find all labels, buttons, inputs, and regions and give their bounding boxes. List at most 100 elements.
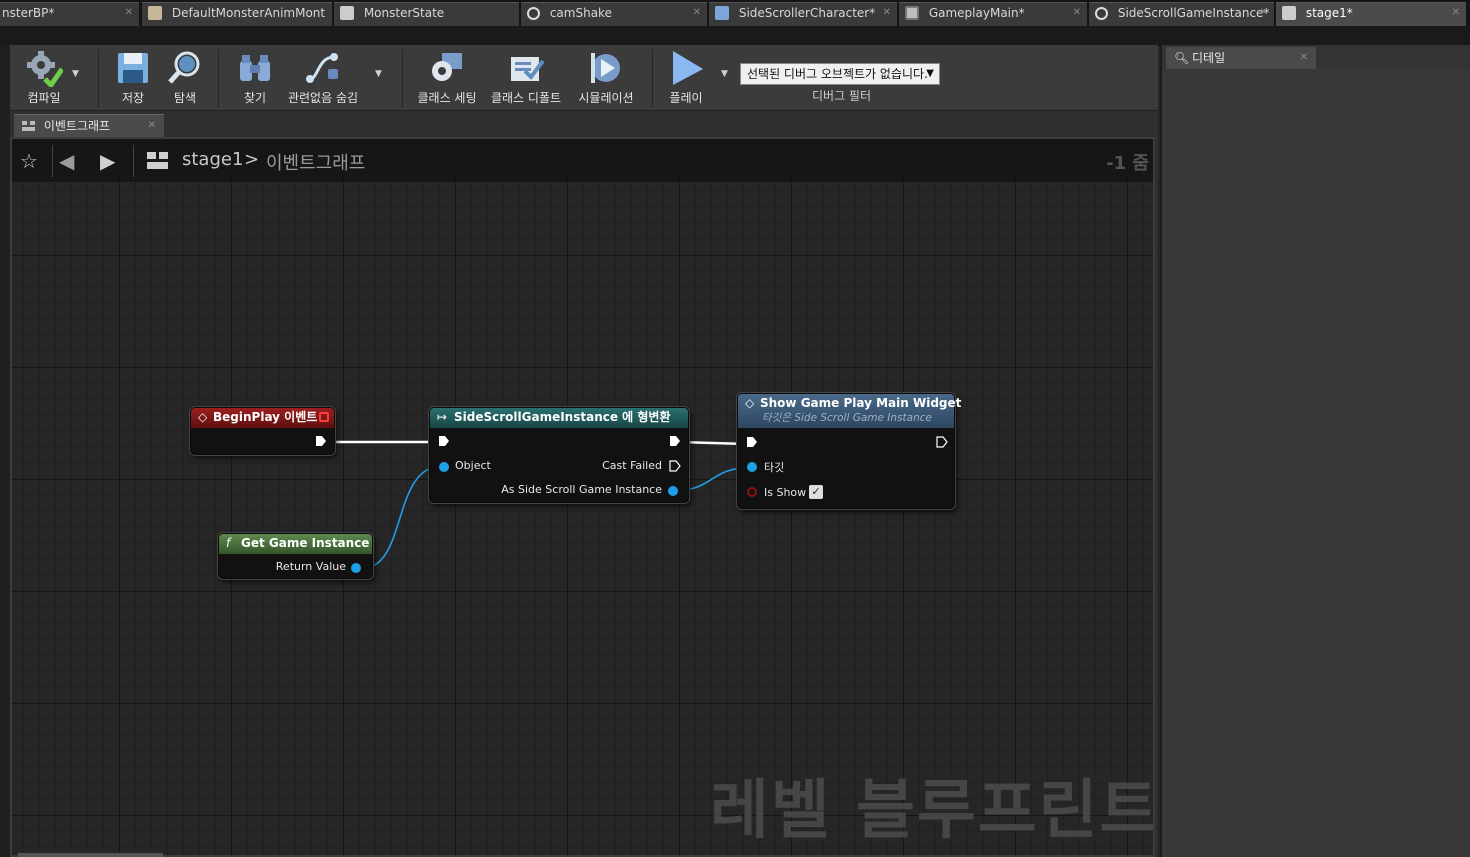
tab-gameplay-main[interactable]: GameplayMain* ✕ [899, 2, 1087, 26]
toolbar-separator [98, 49, 99, 107]
class-settings-button[interactable]: 클래스 세팅 [414, 49, 480, 109]
forward-arrow-icon[interactable]: ▶ [100, 149, 115, 173]
details-magnifier-icon: 🔍︎ [1174, 51, 1190, 65]
tab-label: camShake [549, 6, 612, 20]
close-icon[interactable]: ✕ [125, 3, 133, 23]
blueprint-icon [715, 6, 729, 20]
save-label: 저장 [121, 91, 145, 105]
toolbar-separator [218, 49, 219, 107]
compile-gear-icon [27, 51, 63, 87]
event-graph-canvas[interactable]: ☆ ◀ ▶ stage1 > 이벤트그래프 -1 줌 ◇ BeginPlay 이… [10, 137, 1155, 857]
show-game-play-main-widget-node[interactable]: ◇ Show Game Play Main Widget 타깃은 Side Sc… [737, 393, 961, 509]
left-edge-panel [0, 45, 10, 857]
tab-monster-bp[interactable]: nsterBP* ✕ [0, 2, 139, 26]
toolbar-separator [652, 49, 653, 107]
hide-unrelated-button[interactable]: 관련없음 숨김 [286, 49, 360, 109]
back-arrow-icon[interactable]: ◀ [59, 149, 74, 173]
object-input-pin[interactable] [439, 462, 449, 472]
play-label: 플레이 [669, 91, 703, 105]
begin-play-event-node[interactable]: ◇ BeginPlay 이벤트 [190, 407, 335, 455]
tab-details[interactable]: 🔍︎ 디테일 ✕ [1166, 47, 1316, 69]
tab-label: MonsterState [363, 6, 445, 20]
hide-unrelated-options-arrow-icon[interactable]: ▼ [375, 69, 382, 79]
breadcrumb-level[interactable]: stage1 [182, 149, 243, 170]
debug-filter-label: 디버그 필터 [812, 89, 872, 103]
details-panel: 🔍︎ 디테일 ✕ [1160, 45, 1470, 857]
exec-in-pin[interactable] [746, 436, 758, 448]
close-icon[interactable]: ✕ [693, 3, 701, 23]
tab-label: nsterBP* [2, 6, 55, 20]
hide-unrelated-label: 관련없음 숨김 [287, 91, 359, 105]
magnifier-icon [168, 51, 200, 84]
tab-stage1[interactable]: stage1* ✕ [1276, 2, 1466, 26]
exec-out-pin[interactable] [669, 435, 681, 447]
close-icon[interactable]: ✕ [883, 3, 891, 23]
tab-label: SideScrollerCharacter* [738, 6, 876, 20]
browse-label: 탐색 [173, 91, 197, 105]
horizontal-scrollbar[interactable] [18, 853, 163, 857]
tab-event-graph[interactable]: 이벤트그래프 ✕ [14, 114, 164, 137]
tab-monster-state[interactable]: MonsterState [334, 2, 519, 26]
browse-button[interactable]: 탐색 [162, 49, 208, 109]
cast-to-game-instance-node[interactable]: ↦ SideScrollGameInstance 에 형변환 Object Ca… [429, 407, 689, 503]
event-diamond-icon: ◇ [198, 410, 208, 424]
node-header: f Get Game Instance [219, 534, 372, 554]
chevron-down-icon: ▼ [926, 68, 934, 79]
find-label: 찾기 [243, 91, 267, 105]
cast-failed-exec-pin[interactable] [669, 460, 681, 472]
exec-out-pin[interactable] [936, 436, 948, 448]
circle-icon [527, 7, 540, 20]
star-icon[interactable]: ☆ [20, 149, 38, 173]
tab-cam-shake[interactable]: camShake ✕ [521, 2, 707, 26]
toolbar-separator [402, 49, 403, 107]
close-icon[interactable]: ✕ [1260, 3, 1268, 23]
class-defaults-label: 클래스 디폴트 [490, 91, 562, 105]
close-icon[interactable]: ✕ [1073, 3, 1081, 23]
get-game-instance-node[interactable]: f Get Game Instance Return Value [218, 533, 373, 579]
level-blueprint-watermark: 레벨 블루프린트 [710, 774, 1155, 848]
pin-label-as-instance: As Side Scroll Game Instance [501, 483, 662, 496]
is-show-checkbox[interactable]: ✓ [809, 485, 823, 499]
play-button[interactable]: 플레이 [662, 49, 710, 109]
exec-out-pin[interactable] [315, 435, 327, 447]
breadcrumb-graph[interactable]: 이벤트그래프 [266, 149, 365, 175]
exec-wire [678, 440, 747, 446]
is-show-input-pin[interactable] [747, 487, 757, 497]
debug-object-select-value: 선택된 디버그 오브젝트가 없습니다. [747, 67, 928, 81]
hide-unrelated-icon [306, 53, 338, 83]
breadcrumb-divider [52, 145, 53, 177]
compile-options-arrow-icon[interactable]: ▼ [72, 69, 79, 79]
toolbar: 컴파일 ▼ 저장 탐색 찾기 관련없음 숨김 ▼ 클래스 세팅 클래스 디폴트 … [10, 45, 1158, 111]
tab-label: stage1* [1305, 6, 1353, 20]
delegate-pin-icon[interactable] [319, 412, 329, 422]
menu-strip [0, 26, 1470, 46]
target-input-pin[interactable] [747, 462, 757, 472]
return-value-output-pin[interactable] [351, 563, 361, 573]
as-instance-output-pin[interactable] [668, 486, 678, 496]
editor-area: 컴파일 ▼ 저장 탐색 찾기 관련없음 숨김 ▼ 클래스 세팅 클래스 디폴트 … [10, 45, 1158, 857]
exec-in-pin[interactable] [438, 435, 450, 447]
tab-side-scroll-game-instance[interactable]: SideScrollGameInstance* ✕ [1089, 2, 1274, 26]
play-options-arrow-icon[interactable]: ▼ [721, 69, 728, 79]
debug-object-select[interactable]: 선택된 디버그 오브젝트가 없습니다. ▼ [740, 63, 940, 85]
breadcrumb-separator: > [244, 149, 260, 170]
save-button[interactable]: 저장 [110, 49, 156, 109]
class-settings-icon [432, 53, 462, 81]
close-icon[interactable]: ✕ [1452, 3, 1460, 23]
pin-label-cast-failed: Cast Failed [602, 459, 662, 472]
tab-side-scroller-character[interactable]: SideScrollerCharacter* ✕ [709, 2, 897, 26]
anim-montage-icon [148, 6, 162, 20]
compile-button[interactable]: 컴파일 [16, 49, 72, 109]
pin-label-object: Object [455, 459, 491, 472]
node-title: Get Game Instance [241, 536, 370, 550]
tab-default-monster-anim-mont[interactable]: DefaultMonsterAnimMont [142, 2, 332, 26]
find-button[interactable]: 찾기 [232, 49, 278, 109]
widget-icon [905, 6, 919, 20]
pin-label-target: 타깃 [764, 461, 785, 474]
class-defaults-button[interactable]: 클래스 디폴트 [490, 49, 562, 109]
simulation-button[interactable]: 시뮬레이션 [572, 49, 640, 109]
close-icon[interactable]: ✕ [1300, 47, 1308, 69]
close-icon[interactable]: ✕ [148, 115, 156, 137]
node-title: Show Game Play Main Widget [760, 396, 962, 410]
graph-breadcrumb-bar: ☆ ◀ ▶ stage1 > 이벤트그래프 -1 줌 [12, 139, 1153, 182]
